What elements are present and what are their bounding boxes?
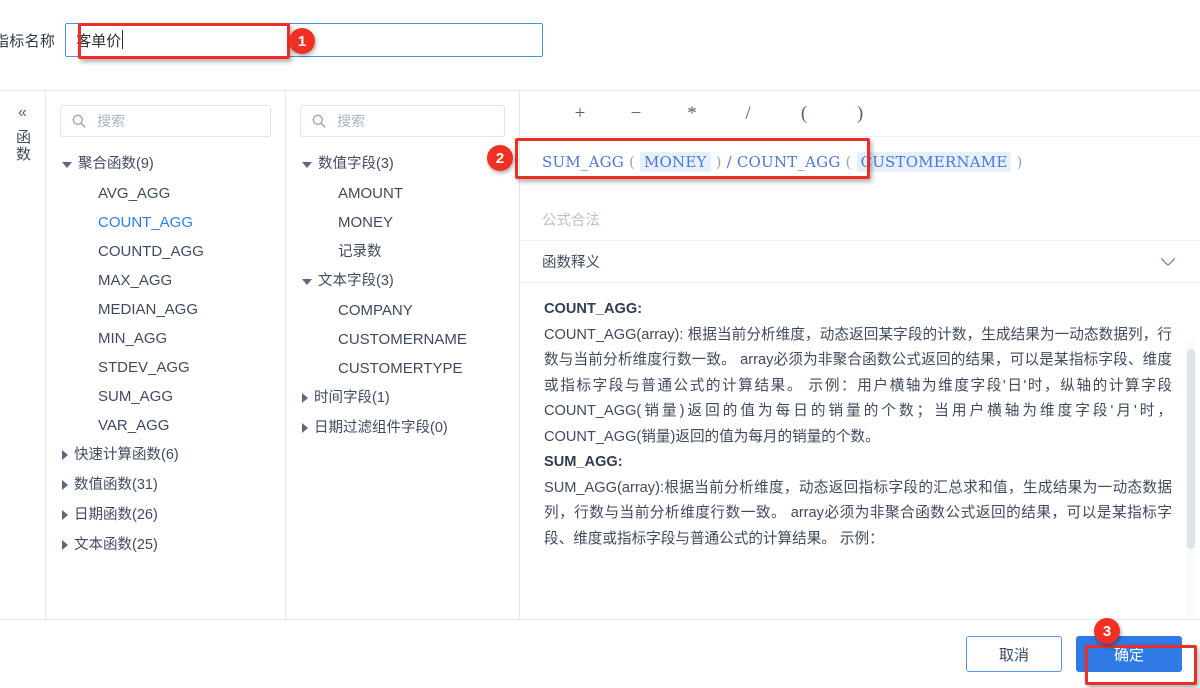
operator-toolbar: +−* / () xyxy=(520,91,1200,137)
triangle-right-icon[interactable] xyxy=(62,540,68,550)
annotation-badge-1: 1 xyxy=(289,28,315,54)
tree-item-fn-0-3[interactable]: MAX_AGG xyxy=(46,266,285,295)
triangle-down-icon[interactable] xyxy=(302,162,312,168)
formula-token-field-2: MONEY xyxy=(640,152,711,172)
tree-group-label: 数值函数(31) xyxy=(74,474,158,496)
formula-editor-area[interactable]: SUM_AGG ( MONEY ) / COUNT_AGG ( CUSTOMER… xyxy=(520,137,1200,241)
description-section-title-0: COUNT_AGG: xyxy=(544,297,1172,323)
tree-item-fn-0-4[interactable]: MEDIAN_AGG xyxy=(46,295,285,324)
dialog-footer: 取消 确定 xyxy=(0,620,1200,688)
tree-group-field-0[interactable]: 数值字段(3) xyxy=(286,149,519,179)
formula-token-field-7: CUSTOMERNAME xyxy=(857,152,1012,172)
tree-group-fn-3[interactable]: 日期函数(26) xyxy=(46,500,285,530)
tree-group-label: 快速计算函数(6) xyxy=(74,444,179,466)
tree-group-fn-4[interactable]: 文本函数(25) xyxy=(46,530,285,560)
formula-token-space xyxy=(1023,153,1028,171)
function-rail[interactable]: « 函数 xyxy=(0,91,46,619)
function-description-title: 函数释义 xyxy=(542,251,600,272)
annotation-badge-3: 3 xyxy=(1094,618,1120,644)
search-icon xyxy=(311,113,327,129)
tree-item-field-1-1[interactable]: CUSTOMERNAME xyxy=(286,325,519,354)
triangle-right-icon[interactable] xyxy=(302,393,308,403)
formula-side: +−* / () SUM_AGG ( MONEY ) / COUNT_AGG ( C… xyxy=(520,91,1200,619)
triangle-right-icon[interactable] xyxy=(302,423,308,433)
metric-name-label: 指标名称 xyxy=(0,30,65,51)
operator-button-0[interactable]: + xyxy=(558,103,602,125)
function-tree: 聚合函数(9) AVG_AGGCOUNT_AGGCOUNTD_AGGMAX_AGG… xyxy=(46,147,285,560)
tree-group-label: 文本字段(3) xyxy=(318,270,394,292)
tree-item-fn-0-8[interactable]: VAR_AGG xyxy=(46,411,285,440)
operator-button-5[interactable]: ) xyxy=(838,103,882,125)
confirm-button[interactable]: 确定 xyxy=(1076,636,1182,672)
operator-button-2[interactable]: * xyxy=(670,103,714,125)
formula-text[interactable]: SUM_AGG ( MONEY ) / COUNT_AGG ( CUSTOMER… xyxy=(542,151,1182,173)
function-search-input[interactable] xyxy=(95,112,270,130)
triangle-right-icon[interactable] xyxy=(62,450,68,460)
tree-group-label: 聚合函数(9) xyxy=(78,153,154,175)
tree-item-fn-0-1[interactable]: COUNT_AGG xyxy=(46,208,285,237)
triangle-down-icon[interactable] xyxy=(62,162,72,168)
description-section-body-0: COUNT_AGG(array): 根据当前分析维度，动态返回某字段的计数，生成… xyxy=(544,323,1172,451)
collapse-left-icon[interactable]: « xyxy=(18,103,27,123)
description-scrollbar-thumb[interactable] xyxy=(1187,349,1195,549)
triangle-down-icon[interactable] xyxy=(302,279,312,285)
operator-button-1[interactable]: − xyxy=(614,103,658,125)
annotation-badge-2: 2 xyxy=(487,145,513,171)
operator-button-4[interactable]: ( xyxy=(782,103,826,125)
formula-token-space xyxy=(852,153,857,171)
formula-token-fn-5: COUNT_AGG xyxy=(737,153,841,171)
tree-group-label: 文本函数(25) xyxy=(74,534,158,556)
tree-item-field-0-2[interactable]: 记录数 xyxy=(286,237,519,266)
metric-formula-dialog: 指标名称 1 « 函数 聚合函数(9)AVG_AGGCOUNT_AGGCOUNT… xyxy=(0,0,1200,688)
tree-item-fn-0-2[interactable]: COUNTD_AGG xyxy=(46,237,285,266)
tree-group-fn-2[interactable]: 数值函数(31) xyxy=(46,470,285,500)
search-icon xyxy=(71,113,87,129)
tree-group-label: 数值字段(3) xyxy=(318,153,394,175)
field-search-input[interactable] xyxy=(335,112,504,130)
function-rail-label: 函数 xyxy=(12,129,33,163)
chevron-down-icon[interactable] xyxy=(1160,257,1176,267)
field-panel: 数值字段(3)AMOUNTMONEY记录数文本字段(3)COMPANYCUSTO… xyxy=(286,91,520,619)
tree-item-field-1-0[interactable]: COMPANY xyxy=(286,296,519,325)
description-section-body-1: SUM_AGG(array):根据当前分析维度，动态返回指标字段的汇总求和值，生… xyxy=(544,476,1172,553)
tree-item-fn-0-7[interactable]: SUM_AGG xyxy=(46,382,285,411)
tree-group-label: 时间字段(1) xyxy=(314,387,390,409)
function-panel: 聚合函数(9) AVG_AGGCOUNT_AGGCOUNTD_AGGMAX_AGG… xyxy=(46,91,286,619)
formula-validity-text: 公式合法 xyxy=(542,209,600,230)
tree-group-field-2[interactable]: 时间字段(1) xyxy=(286,383,519,413)
operator-button-3[interactable]: / xyxy=(726,103,770,125)
triangle-right-icon[interactable] xyxy=(62,480,68,490)
description-section-title-1: SUM_AGG: xyxy=(544,450,1172,476)
tree-item-fn-0-5[interactable]: MIN_AGG xyxy=(46,324,285,353)
tree-item-fn-0-0[interactable]: AVG_AGG xyxy=(46,179,285,208)
tree-item-field-0-0[interactable]: AMOUNT xyxy=(286,179,519,208)
function-search-box[interactable] xyxy=(60,105,271,137)
function-description-body: COUNT_AGG:COUNT_AGG(array): 根据当前分析维度，动态返… xyxy=(520,283,1200,619)
field-tree: 数值字段(3)AMOUNTMONEY记录数文本字段(3)COMPANYCUSTO… xyxy=(286,147,519,443)
function-description-header[interactable]: 函数释义 xyxy=(520,241,1200,283)
field-search-box[interactable] xyxy=(300,105,505,137)
metric-name-row: 指标名称 xyxy=(0,22,560,58)
cancel-button[interactable]: 取消 xyxy=(966,636,1062,672)
tree-item-fn-0-6[interactable]: STDEV_AGG xyxy=(46,353,285,382)
tree-group-field-1[interactable]: 文本字段(3) xyxy=(286,266,519,296)
tree-group-fn-0[interactable]: 聚合函数(9) xyxy=(46,149,285,179)
tree-item-field-0-1[interactable]: MONEY xyxy=(286,208,519,237)
tree-item-field-1-2[interactable]: CUSTOMERTYPE xyxy=(286,354,519,383)
tree-group-label: 日期过滤组件字段(0) xyxy=(314,417,448,439)
text-caret xyxy=(122,30,123,49)
tree-group-label: 日期函数(26) xyxy=(74,504,158,526)
tree-group-field-3[interactable]: 日期过滤组件字段(0) xyxy=(286,413,519,443)
formula-builder-body: « 函数 聚合函数(9)AVG_AGGCOUNT_AGGCOUNTD_AGGMA… xyxy=(0,90,1200,620)
tree-group-fn-1[interactable]: 快速计算函数(6) xyxy=(46,440,285,470)
triangle-right-icon[interactable] xyxy=(62,510,68,520)
formula-token-fn-0: SUM_AGG xyxy=(542,153,624,171)
